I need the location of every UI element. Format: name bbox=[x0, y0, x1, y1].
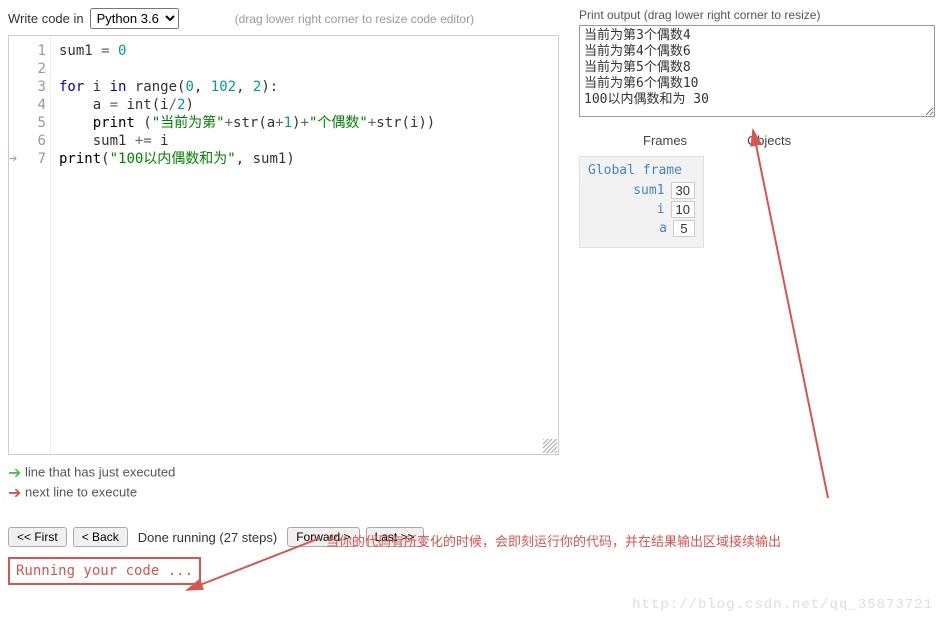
global-frame-title: Global frame bbox=[588, 163, 695, 178]
editor-gutter: 1 2 3 4 5 6 7 ➔ bbox=[9, 36, 51, 454]
running-status: Running your code ... bbox=[8, 557, 201, 585]
done-running-text: Done running (27 steps) bbox=[138, 530, 277, 545]
back-button[interactable]: < Back bbox=[73, 527, 128, 547]
code-line[interactable]: sum1 += i bbox=[59, 132, 550, 150]
code-line[interactable]: a = int(i/2) bbox=[59, 96, 550, 114]
print-output-label: Print output (drag lower right corner to… bbox=[579, 8, 935, 22]
language-select[interactable]: Python 3.6 bbox=[90, 8, 179, 29]
legend-executed: line that has just executed bbox=[25, 464, 175, 479]
editor-resize-hint: (drag lower right corner to resize code … bbox=[235, 12, 474, 26]
editor-resize-handle[interactable] bbox=[543, 439, 557, 453]
output-line: 当前为第6个偶数10 bbox=[584, 76, 930, 92]
output-line: 当前为第3个偶数4 bbox=[584, 28, 930, 44]
first-button[interactable]: << First bbox=[8, 527, 67, 547]
legend-next: next line to execute bbox=[25, 484, 137, 499]
code-line[interactable] bbox=[59, 60, 550, 78]
write-code-label: Write code in bbox=[8, 11, 84, 26]
code-line[interactable]: sum1 = 0 bbox=[59, 42, 550, 60]
legend: ➔ line that has just executed ➔ next lin… bbox=[8, 463, 559, 503]
output-line: 当前为第4个偶数6 bbox=[584, 44, 930, 60]
arrow-executed-icon: ➔ bbox=[8, 465, 21, 482]
print-output[interactable]: 当前为第3个偶数4当前为第4个偶数6当前为第5个偶数8当前为第6个偶数10100… bbox=[579, 25, 935, 117]
arrow-next-icon: ➔ bbox=[8, 485, 21, 502]
output-line: 100以内偶数和为 30 bbox=[584, 92, 930, 108]
output-line: 当前为第5个偶数8 bbox=[584, 60, 930, 76]
frame-var-row: a5 bbox=[588, 220, 695, 237]
code-line[interactable]: for i in range(0, 102, 2): bbox=[59, 78, 550, 96]
objects-label: Objects bbox=[747, 133, 791, 148]
editor-code[interactable]: sum1 = 0 for i in range(0, 102, 2): a = … bbox=[51, 36, 558, 454]
code-line[interactable]: print("100以内偶数和为", sum1) bbox=[59, 150, 550, 168]
watermark: http://blog.csdn.net/qq_35873721 bbox=[632, 597, 933, 613]
frames-label: Frames bbox=[643, 133, 687, 148]
code-editor[interactable]: 1 2 3 4 5 6 7 ➔ sum1 = 0 for i in range(… bbox=[8, 35, 559, 455]
frame-var-row: sum130 bbox=[588, 182, 695, 199]
global-frame: Global frame sum130 i10 a5 bbox=[579, 156, 704, 248]
code-line[interactable]: print ("当前为第"+str(a+1)+"个偶数"+str(i)) bbox=[59, 114, 550, 132]
frame-var-row: i10 bbox=[588, 201, 695, 218]
annotation-text: 当你的代码有所变化的时候，会即刻运行你的代码，并在结果输出区域接续输出 bbox=[326, 531, 781, 550]
